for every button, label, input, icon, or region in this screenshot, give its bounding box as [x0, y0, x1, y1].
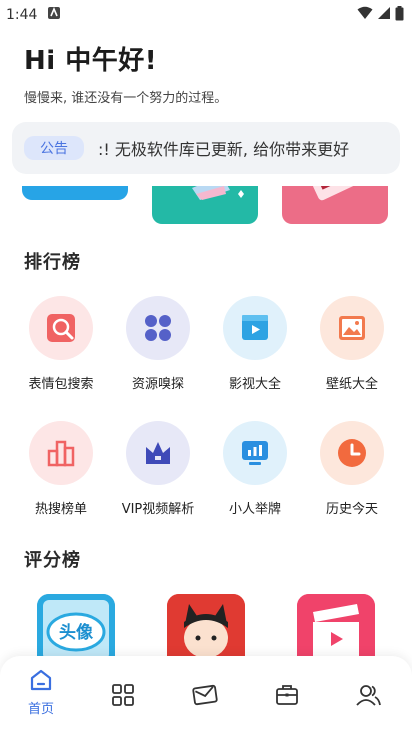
ranking-item-label: 热搜榜单: [34, 502, 87, 517]
signal-icon: [377, 6, 391, 24]
battery-icon: [395, 5, 404, 25]
ranking-item-history-today[interactable]: 历史今天: [307, 421, 397, 517]
status-time: 1:44: [6, 7, 38, 23]
notice-bar[interactable]: 公告 :! 无极软件库已更新, 给你带来更好: [12, 122, 400, 174]
ranking-item-label: VIP视频解析: [121, 502, 195, 517]
banner-item[interactable]: [152, 186, 258, 224]
nav-tab-home[interactable]: 首页: [11, 668, 71, 717]
notification-app-icon: [47, 6, 61, 24]
users-icon: [356, 685, 381, 706]
rating-card[interactable]: [167, 594, 245, 656]
rating-list: 头像: [0, 594, 412, 656]
greeting-subtitle: 慢慢来, 谁还没有一个努力的过程。: [24, 91, 228, 106]
wifi-icon: [357, 6, 373, 24]
banner-item[interactable]: [282, 186, 388, 224]
ranking-item-label: 小人举牌: [228, 502, 281, 517]
notice-text: :! 无极软件库已更新, 给你带来更好: [98, 140, 350, 159]
ranking-item-emoji-search[interactable]: 表情包搜索: [16, 296, 106, 392]
sign-board-icon: [223, 421, 287, 485]
ranking-item-movies[interactable]: 影视大全: [210, 296, 300, 392]
notice-badge: 公告: [24, 136, 84, 160]
ranking-item-label: 壁纸大全: [325, 377, 378, 392]
banner-illustration: [312, 186, 356, 201]
rating-section-title: 评分榜: [24, 550, 81, 571]
ranking-item-wallpapers[interactable]: 壁纸大全: [307, 296, 397, 392]
ranking-item-vip-video[interactable]: VIP视频解析: [113, 421, 203, 517]
rating-card[interactable]: 头像: [37, 594, 115, 656]
clock-icon: [320, 421, 384, 485]
chart-bars-icon: [29, 421, 93, 485]
greeting-title: Hi 中午好!: [24, 46, 158, 76]
banner-carousel: [0, 186, 412, 226]
ranking-item-hot-search[interactable]: 热搜榜单: [16, 421, 106, 517]
video-clapper-app-icon: [297, 594, 375, 656]
briefcase-icon: [276, 685, 298, 705]
banner-illustration: [192, 186, 244, 200]
image-search-icon: [29, 296, 93, 360]
cartoon-app-icon: [167, 594, 245, 656]
greeting: Hi 中午好! 慢慢来, 谁还没有一个努力的过程。: [24, 40, 227, 106]
ranking-item-label: 资源嗅探: [131, 377, 184, 392]
home-icon: [30, 669, 52, 691]
nav-tab-profile[interactable]: [339, 683, 399, 707]
rating-card[interactable]: [297, 594, 375, 656]
bottom-navigation: 首页: [0, 656, 412, 734]
video-icon: [223, 296, 287, 360]
nav-tab-label: 首页: [27, 702, 54, 717]
ranking-item-label: 表情包搜索: [28, 377, 94, 392]
ranking-item-sign-board[interactable]: 小人举牌: [210, 421, 300, 517]
nav-tab-apps[interactable]: [93, 683, 153, 707]
ranking-section-title: 排行榜: [24, 252, 81, 273]
ranking-item-label: 历史今天: [325, 502, 378, 517]
mail-icon: [192, 684, 218, 706]
image-icon: [320, 296, 384, 360]
ranking-item-resource-sniff[interactable]: 资源嗅探: [113, 296, 203, 392]
avatar-app-label: 头像: [59, 623, 94, 643]
avatar-app-icon: 头像: [37, 594, 115, 656]
grid-app-icon: [126, 296, 190, 360]
nav-tab-messages[interactable]: [175, 683, 235, 707]
ranking-item-label: 影视大全: [228, 377, 281, 392]
banner-item[interactable]: [22, 186, 128, 200]
crown-icon: [126, 421, 190, 485]
nav-tab-toolbox[interactable]: [257, 683, 317, 707]
apps-grid-icon: [112, 684, 134, 706]
status-bar: 1:44: [0, 0, 412, 30]
